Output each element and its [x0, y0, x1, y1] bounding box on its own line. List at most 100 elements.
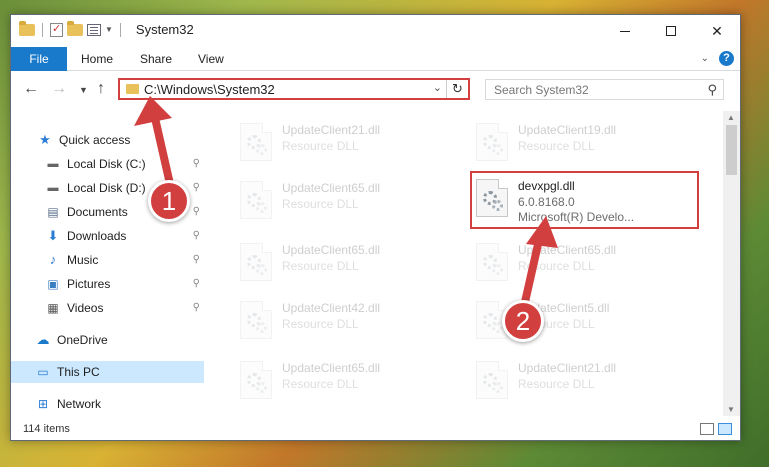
tab-file[interactable]: File	[11, 47, 67, 71]
gear-icon	[492, 264, 503, 275]
file-detail: Resource DLL	[282, 197, 359, 211]
file-item[interactable]: UpdateClient21.dll Resource DLL	[472, 357, 672, 403]
explorer-window: ▼ System32 ✕ File Home Share View ⌄ ? ← …	[10, 14, 741, 441]
pin-icon[interactable]: ⚲	[193, 230, 200, 241]
sidebar-item-videos[interactable]: ▦ Videos ⚲	[11, 297, 204, 319]
gear-icon	[256, 382, 267, 393]
sidebar-item-quick-access[interactable]: ★ Quick access	[11, 129, 204, 151]
dll-file-icon	[476, 179, 508, 217]
tiles-view-icon[interactable]	[718, 423, 732, 435]
search-input[interactable]: Search System32 ⚲	[485, 79, 724, 100]
file-item-devxpgl[interactable]: devxpgl.dll 6.0.8168.0 Microsoft(R) Develo…	[472, 175, 672, 224]
qat-separator	[119, 22, 121, 37]
file-description: Microsoft(R) Develo...	[518, 210, 635, 224]
sidebar-item-label: Music	[67, 253, 99, 267]
videos-icon: ▦	[47, 301, 59, 315]
status-bar: 114 items	[11, 418, 740, 440]
gear-icon	[492, 200, 503, 211]
qat-separator	[42, 22, 43, 37]
minimize-icon	[620, 30, 630, 32]
window-title: System32	[135, 22, 194, 37]
file-detail: Resource DLL	[282, 259, 359, 273]
pin-icon[interactable]: ⚲	[193, 206, 200, 217]
gear-icon	[492, 144, 503, 155]
pin-icon[interactable]: ⚲	[193, 278, 200, 289]
computer-icon: ▭	[37, 365, 49, 379]
minimize-button[interactable]	[602, 15, 648, 47]
file-detail: Resource DLL	[282, 317, 359, 331]
expand-ribbon-icon[interactable]: ⌄	[701, 53, 709, 64]
address-bar[interactable]: C:\Windows\System32 ⌄ ↻	[118, 78, 470, 100]
sidebar-item-network[interactable]: ⊞ Network	[11, 393, 204, 415]
gear-icon	[256, 322, 267, 333]
gear-icon	[256, 202, 267, 213]
pin-icon[interactable]: ⚲	[193, 254, 200, 265]
file-item[interactable]: UpdateClient42.dll Resource DLL	[236, 297, 436, 343]
scroll-down-icon[interactable]: ▼	[727, 405, 735, 414]
cloud-icon: ☁	[36, 332, 50, 347]
sidebar-item-label: Videos	[67, 301, 104, 315]
forward-arrow-icon[interactable]: →	[51, 80, 67, 98]
chevron-down-icon[interactable]: ⌄	[433, 81, 442, 94]
help-icon[interactable]: ?	[719, 51, 734, 66]
sidebar-item-label: Documents	[67, 205, 128, 219]
dll-file-icon	[240, 181, 272, 219]
navigation-bar: ← → ▼ ↑ C:\Windows\System32 ⌄ ↻ Search S…	[11, 71, 740, 107]
drive-icon: ▬	[47, 158, 59, 170]
address-path[interactable]: C:\Windows\System32	[144, 82, 275, 97]
sidebar-item-this-pc[interactable]: ▭ This PC	[11, 361, 204, 383]
customize-toolbar-icon[interactable]	[87, 23, 101, 36]
sidebar-item-onedrive[interactable]: ☁ OneDrive	[11, 329, 204, 351]
file-name: devxpgl.dll	[518, 179, 575, 193]
search-icon[interactable]: ⚲	[707, 82, 717, 98]
sidebar-item-label: Local Disk (C:)	[67, 157, 146, 171]
tab-share[interactable]: Share	[140, 47, 172, 71]
file-name: UpdateClient21.dll	[518, 361, 617, 375]
dll-file-icon	[476, 361, 508, 399]
star-icon: ★	[39, 132, 51, 147]
file-item[interactable]: UpdateClient65.dll Resource DLL	[472, 239, 672, 285]
file-name: UpdateClient65.dll	[518, 243, 617, 257]
vertical-scrollbar[interactable]: ▲ ▼	[723, 111, 740, 416]
sidebar-item-label: Network	[57, 397, 102, 411]
navigation-pane: ★ Quick access ▬ Local Disk (C:) ⚲ ▬ Local Dis…	[11, 111, 204, 411]
pin-icon[interactable]: ⚲	[193, 158, 200, 169]
back-arrow-icon[interactable]: ←	[23, 80, 39, 98]
download-icon: ⬇	[47, 228, 59, 243]
folder-icon[interactable]	[19, 20, 35, 36]
pin-icon[interactable]: ⚲	[193, 182, 200, 193]
file-item[interactable]: UpdateClient65.dll Resource DLL	[236, 177, 436, 223]
ribbon-right-controls: ⌄ ?	[701, 51, 734, 66]
up-arrow-icon[interactable]: ↑	[97, 80, 105, 98]
file-name: UpdateClient21.dll	[282, 123, 381, 137]
sidebar-item-downloads[interactable]: ⬇ Downloads ⚲	[11, 225, 204, 247]
gear-icon	[256, 264, 267, 275]
refresh-icon[interactable]: ↻	[446, 80, 468, 98]
file-item[interactable]: UpdateClient19.dll Resource DLL	[472, 119, 672, 165]
dll-file-icon	[240, 361, 272, 399]
tab-view[interactable]: View	[198, 47, 224, 71]
maximize-button[interactable]	[648, 15, 694, 47]
pin-icon[interactable]: ⚲	[193, 302, 200, 313]
view-toggle	[700, 423, 732, 435]
qat-dropdown-icon[interactable]: ▼	[105, 25, 113, 34]
pictures-icon: ▣	[47, 277, 59, 291]
sidebar-item-music[interactable]: ♪ Music ⚲	[11, 249, 204, 271]
properties-check-icon[interactable]	[50, 22, 63, 37]
sidebar-item-local-disk-c[interactable]: ▬ Local Disk (C:) ⚲	[11, 153, 204, 175]
music-icon: ♪	[49, 252, 57, 267]
close-button[interactable]: ✕	[694, 15, 740, 47]
file-item[interactable]: UpdateClient21.dll Resource DLL	[236, 119, 436, 165]
file-detail: Resource DLL	[282, 377, 359, 391]
gear-icon	[492, 382, 503, 393]
sidebar-item-label: Local Disk (D:)	[67, 181, 146, 195]
details-view-icon[interactable]	[700, 423, 714, 435]
recent-locations-icon[interactable]: ▼	[79, 85, 88, 95]
sidebar-item-pictures[interactable]: ▣ Pictures ⚲	[11, 273, 204, 295]
file-item[interactable]: UpdateClient65.dll Resource DLL	[236, 239, 436, 285]
tab-home[interactable]: Home	[81, 47, 113, 71]
scroll-up-icon[interactable]: ▲	[727, 113, 735, 122]
new-folder-icon[interactable]	[67, 20, 83, 36]
file-item[interactable]: UpdateClient65.dll Resource DLL	[236, 357, 436, 403]
scrollbar-thumb[interactable]	[726, 125, 737, 175]
